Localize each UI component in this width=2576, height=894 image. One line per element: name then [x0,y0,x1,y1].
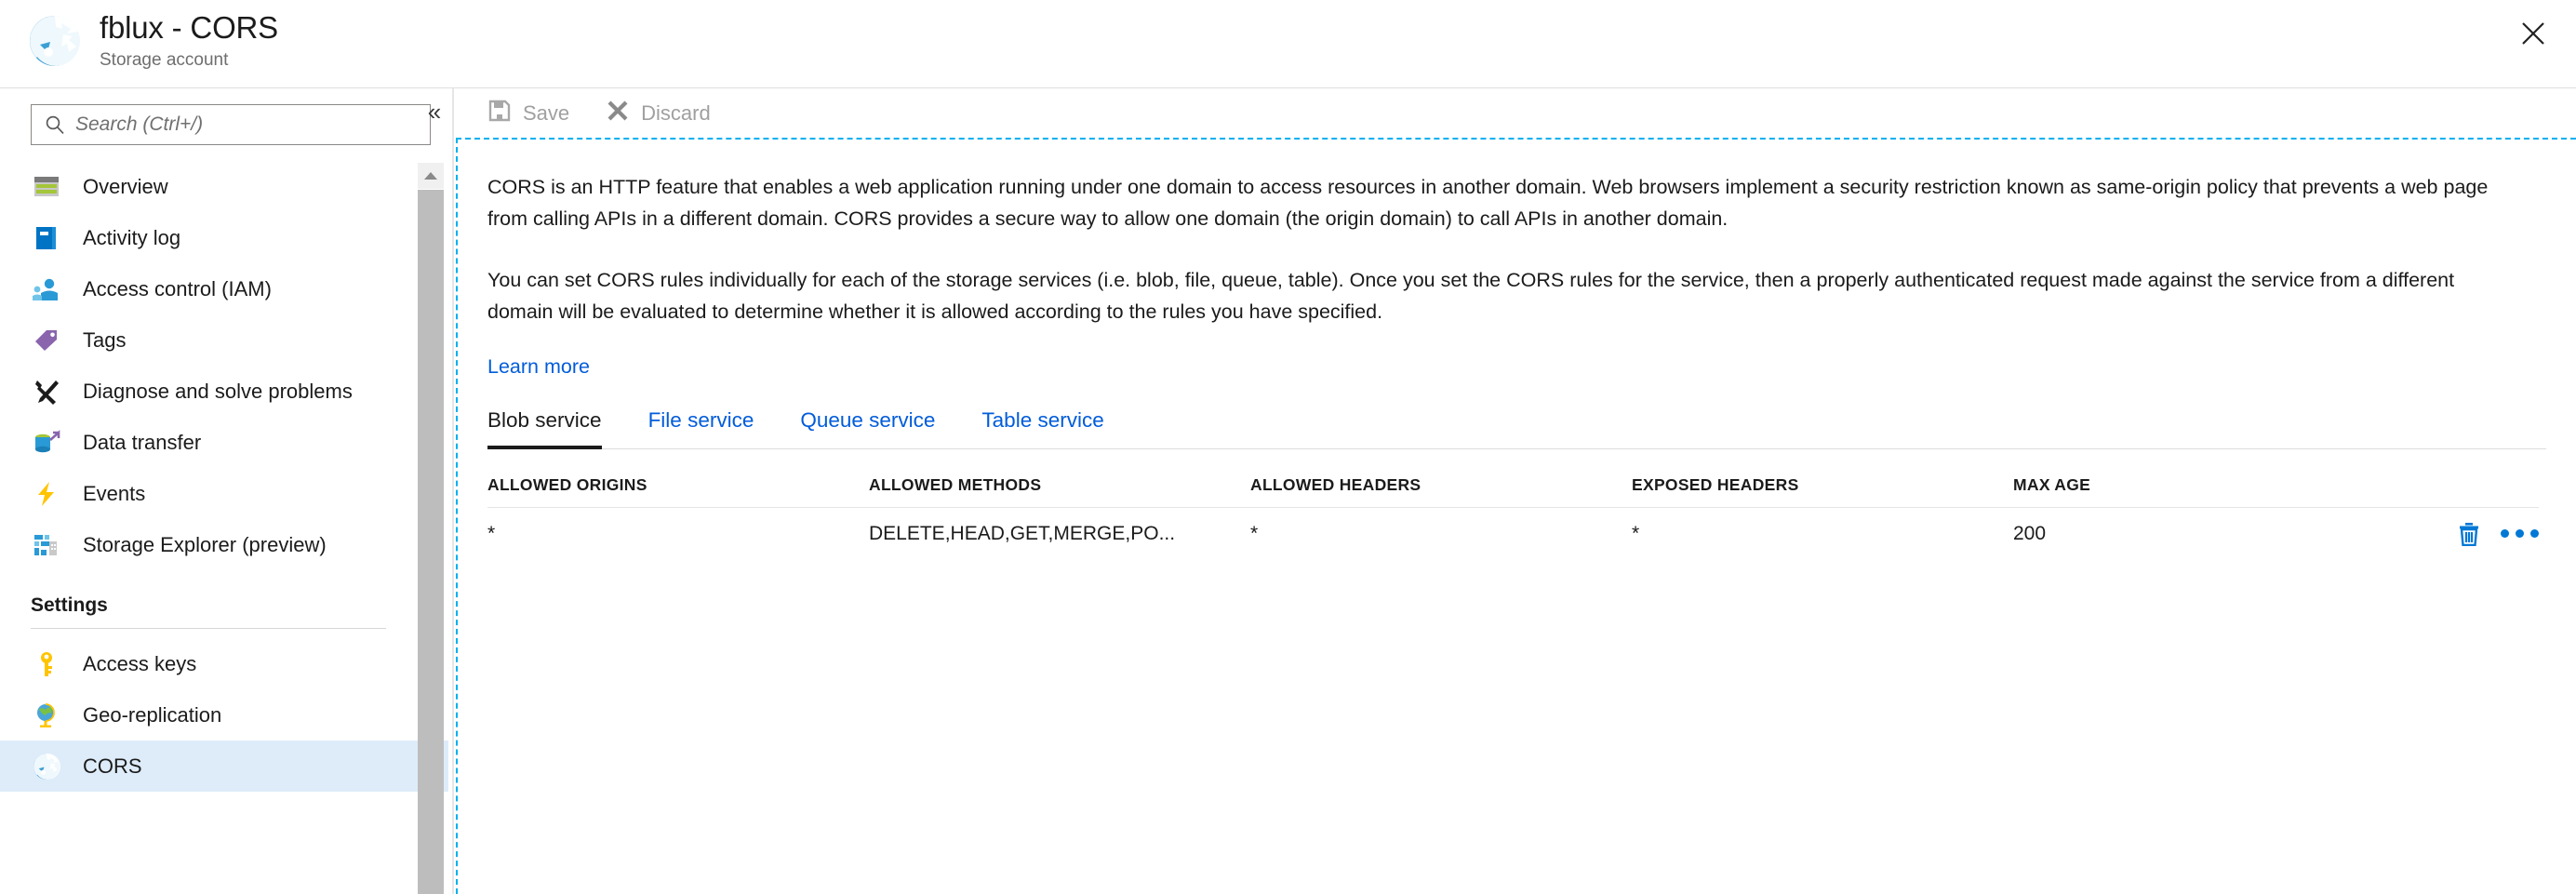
cell-allowed-methods: DELETE,HEAD,GET,MERGE,PO... [869,522,1176,544]
save-label: Save [523,100,570,125]
tab-table-service[interactable]: Table service [981,408,1103,449]
cell-exposed-headers: * [1632,522,1640,544]
cors-globe-icon [31,751,62,782]
globe-icon [31,700,62,731]
cors-description-paragraph-1: CORS is an HTTP feature that enables a w… [487,176,2489,230]
sidebar: Overview Activity log [0,88,454,894]
azure-portal-cors-blade: fblux - CORS Storage account Search (Ctr… [0,0,2576,894]
sidebar-item-data-transfer[interactable]: Data transfer [0,417,448,468]
sidebar-scrollbar[interactable] [418,163,444,894]
scroll-up-arrow-icon[interactable] [418,163,444,189]
row-actions [2458,522,2539,546]
trash-icon[interactable] [2458,522,2480,546]
discard-label: Discard [641,100,711,125]
sidebar-item-label: Geo-replication [83,702,222,727]
sidebar-item-tags[interactable]: Tags [0,314,448,366]
tab-queue-service[interactable]: Queue service [800,408,935,449]
sidebar-item-access-control[interactable]: Access control (IAM) [0,263,448,314]
search-input[interactable] [65,106,430,143]
discard-x-icon [607,100,629,127]
activity-log-icon [31,222,62,254]
service-tabs: Blob service File service Queue service … [487,408,2546,449]
sidebar-item-diagnose[interactable]: Diagnose and solve problems [0,366,448,417]
sidebar-item-label: Events [83,481,146,505]
sidebar-item-label: Data transfer [83,430,202,454]
close-button[interactable] [2507,7,2559,60]
save-floppy-icon [488,100,511,127]
sidebar-item-label: Access control (IAM) [83,276,272,300]
tab-file-service[interactable]: File service [648,408,754,449]
diagnose-icon [31,376,62,407]
learn-more-link[interactable]: Learn more [487,355,590,379]
blade-header: fblux - CORS Storage account [0,0,2576,88]
column-header-allowed-origins: ALLOWED ORIGINS [487,474,647,494]
search-box[interactable] [31,104,431,145]
key-icon [31,648,62,680]
tab-blob-service[interactable]: Blob service [487,408,602,449]
page-title: fblux - CORS [100,10,278,45]
search-icon [45,114,65,135]
sidebar-item-overview[interactable]: Overview [0,161,448,212]
cors-rules-table: ALLOWED ORIGINS ALLOWED METHODS ALLOWED … [487,449,2539,559]
table-header-row: ALLOWED ORIGINS ALLOWED METHODS ALLOWED … [487,449,2539,507]
command-toolbar: Save Discard [455,88,2576,138]
tags-icon [31,325,62,356]
sidebar-item-geo-replication[interactable]: Geo-replication [0,689,448,741]
sidebar-section-title: Settings [31,594,108,616]
sidebar-item-label: Activity log [83,225,181,249]
column-header-max-age: MAX AGE [2013,474,2091,494]
collapse-sidebar-button[interactable]: « [420,98,448,126]
column-header-allowed-headers: ALLOWED HEADERS [1250,474,1421,494]
access-control-icon [31,274,62,305]
sidebar-divider [452,88,454,894]
cors-description-paragraph-2: You can set CORS rules individually for … [487,269,2455,323]
overview-icon [31,171,62,203]
sidebar-item-cors[interactable]: CORS [0,741,448,792]
ellipsis-icon[interactable] [2501,529,2539,538]
close-icon [2522,22,2544,45]
sidebar-item-events[interactable]: Events [0,468,448,519]
header-titles: fblux - CORS Storage account [100,9,278,73]
sidebar-section-settings: Settings [0,594,448,629]
data-transfer-icon [31,427,62,459]
cors-globe-icon [28,14,82,68]
cors-content-panel: CORS is an HTTP feature that enables a w… [456,138,2576,894]
sidebar-section-divider [31,628,386,629]
cell-max-age: 200 [2013,522,2047,544]
sidebar-item-label: Overview [83,174,168,198]
sidebar-item-label: Diagnose and solve problems [83,379,353,403]
column-header-exposed-headers: EXPOSED HEADERS [1632,474,1799,494]
sidebar-item-label: Storage Explorer (preview) [83,532,327,556]
sidebar-nav: Overview Activity log Access control (IA… [0,161,448,792]
column-header-allowed-methods: ALLOWED METHODS [869,474,1042,494]
main-content: Save Discard CORS is an HTTP feature tha… [455,88,2576,894]
sidebar-item-label: CORS [83,754,142,778]
table-row[interactable]: * DELETE,HEAD,GET,MERGE,PO... * * 200 [487,507,2539,559]
sidebar-item-label: Tags [83,327,127,352]
sidebar-item-storage-explorer[interactable]: Storage Explorer (preview) [0,519,448,570]
chevron-double-left-icon: « [427,98,442,126]
sidebar-item-label: Access keys [83,651,197,675]
sidebar-item-activity-log[interactable]: Activity log [0,212,448,263]
events-icon [31,478,62,510]
storage-explorer-icon [31,529,62,561]
page-subtitle: Storage account [100,50,229,70]
scrollbar-thumb[interactable] [418,190,444,894]
sidebar-item-access-keys[interactable]: Access keys [0,638,448,689]
save-button[interactable]: Save [488,100,569,127]
discard-button[interactable]: Discard [607,100,711,127]
cell-allowed-origins: * [487,522,496,544]
cell-allowed-headers: * [1250,522,1259,544]
